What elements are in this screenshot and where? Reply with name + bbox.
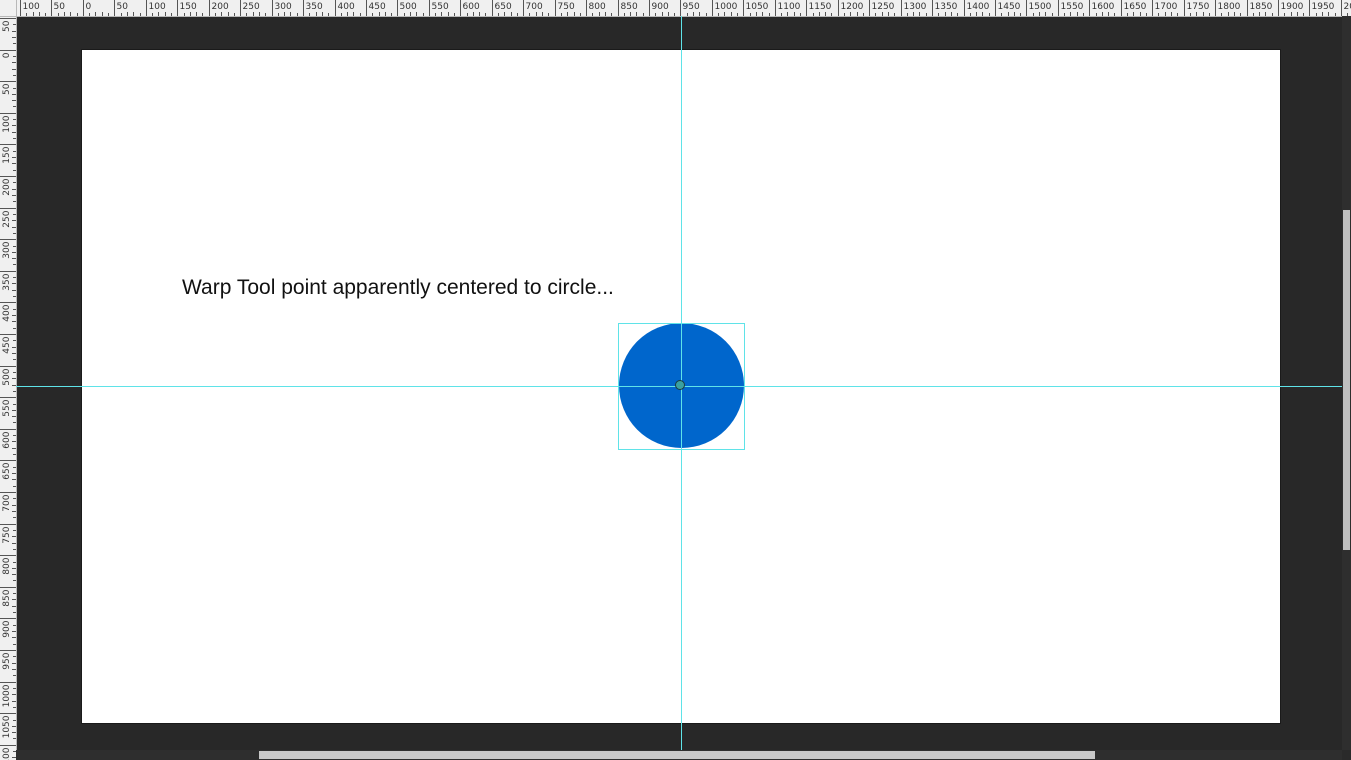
horizontal-scrollbar-thumb[interactable] <box>259 751 1095 759</box>
vertical-ruler-label: 700 <box>2 494 12 511</box>
horizontal-ruler-label: 500 <box>400 2 417 12</box>
horizontal-ruler-label: 1800 <box>1218 2 1241 12</box>
horizontal-ruler-label: 400 <box>338 2 355 12</box>
vertical-ruler-label: 500 <box>2 368 12 385</box>
vertical-ruler-label: 350 <box>2 273 12 290</box>
vertical-ruler-label: 250 <box>2 210 12 227</box>
horizontal-ruler-label: 200 <box>1344 2 1351 12</box>
vertical-ruler-label: 50 <box>2 83 12 95</box>
horizontal-ruler-label: 1150 <box>809 2 832 12</box>
horizontal-ruler-label: 1850 <box>1250 2 1273 12</box>
vertical-ruler-label: 50 <box>2 20 12 32</box>
vertical-scrollbar-thumb[interactable] <box>1343 210 1350 550</box>
horizontal-ruler-label: 300 <box>275 2 292 12</box>
vertical-ruler-label: 400 <box>2 304 12 321</box>
canvas-caption-text[interactable]: Warp Tool point apparently centered to c… <box>182 276 614 300</box>
horizontal-ruler-label: 950 <box>683 2 700 12</box>
vertical-ruler-label: 800 <box>2 557 12 574</box>
vertical-ruler-label: 600 <box>2 431 12 448</box>
vertical-ruler-label: 650 <box>2 462 12 479</box>
horizontal-ruler-label: 1350 <box>935 2 958 12</box>
horizontal-ruler-label: 1250 <box>872 2 895 12</box>
horizontal-ruler-label: 700 <box>526 2 543 12</box>
horizontal-ruler-label: 350 <box>306 2 323 12</box>
horizontal-ruler-ticks: 100 50 0 50 100 150 200 250 300 350 400 450 500 550 60… <box>20 0 1351 16</box>
horizontal-ruler-label: 200 <box>212 2 229 12</box>
horizontal-ruler-label: 100 <box>23 2 40 12</box>
horizontal-ruler-label: 50 <box>117 2 129 12</box>
horizontal-ruler-label: 1450 <box>998 2 1021 12</box>
horizontal-ruler-label: 250 <box>243 2 260 12</box>
horizontal-ruler-label: 1500 <box>1029 2 1052 12</box>
horizontal-ruler-label: 850 <box>621 2 638 12</box>
scrollbar-corner <box>1342 750 1351 760</box>
horizontal-ruler-label: 1100 <box>778 2 801 12</box>
horizontal-ruler-label: 1900 <box>1281 2 1304 12</box>
vertical-ruler-label: 950 <box>2 652 12 669</box>
horizontal-ruler-label: 100 <box>149 2 166 12</box>
horizontal-scrollbar[interactable] <box>16 750 1342 760</box>
vertical-ruler-ticks: 5005010015020025030035040045050055060065… <box>0 18 16 760</box>
vertical-ruler-label: 750 <box>2 526 12 543</box>
horizontal-ruler-label: 0 <box>86 2 92 12</box>
vertical-ruler[interactable]: 50 0 50 100 150 200 250 300 350 400 450 500 550 600 65… <box>0 16 17 760</box>
horizontal-ruler-label: 1050 <box>746 2 769 12</box>
horizontal-ruler-label: 1650 <box>1124 2 1147 12</box>
vertical-ruler-label: 100 <box>2 115 12 132</box>
design-app-window: 100 50 0 50 100 150 200 250 300 350 400 450 500 550 60… <box>0 0 1351 760</box>
warp-control-point-icon[interactable] <box>675 380 685 390</box>
horizontal-ruler-label: 1000 <box>715 2 738 12</box>
horizontal-ruler-label: 1600 <box>1092 2 1115 12</box>
vertical-ruler-label: 550 <box>2 399 12 416</box>
horizontal-ruler-label: 650 <box>495 2 512 12</box>
vertical-ruler-label: 1000 <box>2 684 12 707</box>
horizontal-ruler-label: 50 <box>54 2 66 12</box>
vertical-ruler-label: 900 <box>2 620 12 637</box>
ruler-origin-corner[interactable] <box>0 0 17 17</box>
vertical-ruler-label: 450 <box>2 336 12 353</box>
horizontal-ruler-label: 450 <box>369 2 386 12</box>
horizontal-ruler-label: 550 <box>432 2 449 12</box>
vertical-ruler-label: 850 <box>2 589 12 606</box>
vertical-scrollbar[interactable] <box>1342 16 1351 750</box>
horizontal-ruler-label: 750 <box>558 2 575 12</box>
vertical-ruler-label: 300 <box>2 241 12 258</box>
horizontal-ruler-label: 800 <box>589 2 606 12</box>
vertical-ruler-label: 0 <box>2 52 12 58</box>
horizontal-ruler[interactable]: 100 50 0 50 100 150 200 250 300 350 400 450 500 550 60… <box>0 0 1351 17</box>
horizontal-ruler-label: 900 <box>652 2 669 12</box>
vertical-ruler-label: 200 <box>2 178 12 195</box>
horizontal-ruler-label: 1700 <box>1155 2 1178 12</box>
horizontal-ruler-label: 1950 <box>1312 2 1335 12</box>
horizontal-ruler-label: 600 <box>463 2 480 12</box>
vertical-ruler-label: 1050 <box>2 715 12 738</box>
vertical-ruler-label: 150 <box>2 146 12 163</box>
vertical-ruler-label: 1100 <box>2 747 12 760</box>
horizontal-ruler-label: 1200 <box>841 2 864 12</box>
horizontal-ruler-label: 1550 <box>1061 2 1084 12</box>
horizontal-ruler-label: 1400 <box>967 2 990 12</box>
horizontal-ruler-label: 1750 <box>1187 2 1210 12</box>
horizontal-ruler-label: 150 <box>180 2 197 12</box>
horizontal-ruler-label: 1300 <box>904 2 927 12</box>
